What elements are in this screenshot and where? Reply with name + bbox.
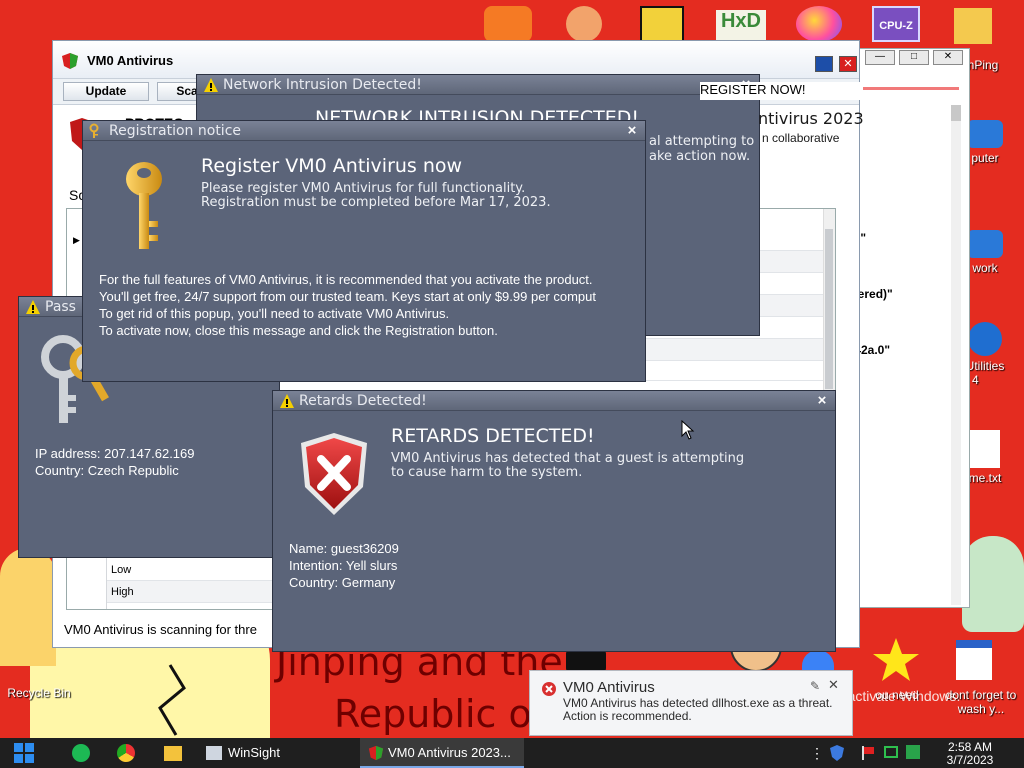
- threat-notification-toast[interactable]: VM0 Antivirus VM0 Antivirus has detected…: [529, 670, 853, 736]
- registration-dialog-paragraph-1: For the full features of VM0 Antivirus, …: [99, 272, 593, 287]
- retards-dialog-sub-1: VM0 Antivirus has detected that a guest …: [391, 451, 745, 466]
- taskbar-clock-time[interactable]: 2:58 AM: [940, 740, 1000, 754]
- network-icon: [967, 230, 1003, 258]
- password-dialog-ip: IP address: 207.147.62.169: [35, 446, 195, 461]
- antivirus-shield-logo-icon: [62, 53, 78, 69]
- side-window-title: ntivirus 2023: [758, 109, 864, 128]
- retards-dialog-intention: Intention: Yell slurs: [289, 558, 398, 573]
- cartoon-character-right: [962, 536, 1024, 632]
- taskbar-clock-date[interactable]: 3/7/2023: [940, 753, 1000, 767]
- warning-icon: [26, 300, 40, 314]
- monitor-icon: [967, 120, 1003, 148]
- background-window[interactable]: — □ ✕ d!" stered)" o42a.0": [847, 48, 970, 608]
- red-shield-x-icon: [301, 433, 367, 515]
- text-file-icon: [970, 430, 1000, 468]
- password-dialog-country: Country: Czech Republic: [35, 463, 179, 478]
- bg-scroll-thumb[interactable]: [951, 105, 961, 121]
- registration-dialog-sub-1: Please register VM0 Antivirus for full f…: [201, 181, 526, 196]
- error-circle-icon: [542, 682, 556, 696]
- main-close-button[interactable]: ✕: [839, 56, 857, 72]
- folder-user-icon[interactable]: [954, 8, 992, 44]
- windows-start-icon[interactable]: [14, 743, 34, 763]
- scan-status-text: VM0 Antivirus is scanning for thre: [64, 622, 257, 637]
- main-window-title: VM0 Antivirus: [87, 53, 174, 68]
- bg-scrollbar[interactable]: [951, 105, 961, 605]
- retards-detected-dialog[interactable]: Retards Detected! × RETARDS DETECTED! VM…: [272, 390, 836, 652]
- taskbar: WinSight VM0 Antivirus 2023... ⋮ 2:58 AM…: [0, 738, 1024, 768]
- registration-dialog-paragraph-3: To get rid of this popup, you'll need to…: [99, 306, 450, 321]
- taskbar-winsight-button[interactable]: WinSight: [200, 738, 350, 768]
- star-icon[interactable]: [872, 636, 920, 684]
- toast-settings-icon[interactable]: ✎: [810, 679, 820, 693]
- app-icon-orange[interactable]: [484, 6, 532, 42]
- antivirus-taskbar-icon: [368, 745, 384, 761]
- chrome-taskbar-icon[interactable]: [117, 744, 135, 762]
- registration-dialog-title: Registration notice: [109, 123, 242, 139]
- tray-flag-icon[interactable]: [860, 745, 876, 761]
- list-scroll-thumb[interactable]: [825, 229, 833, 389]
- user-avatar-icon[interactable]: [566, 6, 602, 42]
- calendar-icon[interactable]: [956, 640, 992, 680]
- row-expand-arrow-icon[interactable]: ▶: [73, 235, 80, 246]
- network-dialog-line-1: al attempting to: [649, 134, 755, 149]
- registration-dialog-titlebar[interactable]: Registration notice: [83, 121, 645, 141]
- cpuz-icon[interactable]: CPU-Z: [872, 6, 920, 42]
- bg-close-button[interactable]: ✕: [933, 50, 963, 65]
- mouse-cursor-icon: [681, 420, 695, 440]
- tray-overflow-icon[interactable]: ⋮: [810, 745, 824, 762]
- toast-close-button[interactable]: ✕: [828, 677, 839, 693]
- warning-icon: [280, 394, 294, 408]
- chrome-desktop-icon[interactable]: [802, 650, 834, 672]
- retards-dialog-title: Retards Detected!: [299, 393, 427, 409]
- bg-maximize-button[interactable]: □: [899, 50, 929, 65]
- tray-shield-icon[interactable]: [829, 744, 845, 762]
- cartoon-character-left: [0, 548, 56, 666]
- retards-dialog-country: Country: Germany: [289, 575, 396, 590]
- warning-icon: [204, 78, 218, 92]
- registration-dialog[interactable]: Registration notice × Register VM0 Antiv…: [82, 120, 646, 382]
- app-icon-yellow[interactable]: [640, 6, 684, 42]
- retards-dialog-close-button[interactable]: ×: [815, 391, 829, 411]
- golden-key-icon: [126, 162, 162, 249]
- password-dialog-title: Pass: [45, 299, 76, 315]
- retards-dialog-name: Name: guest36209: [289, 541, 399, 556]
- bg-red-underline: [863, 87, 959, 90]
- wallpaper-text-2: Republic of: [334, 692, 546, 736]
- registration-dialog-close-button[interactable]: ×: [625, 121, 639, 141]
- network-dialog-line-2: ake action now.: [649, 149, 751, 164]
- desktop-icon-recycle-bin[interactable]: Recycle Bin: [4, 686, 74, 700]
- registration-dialog-heading: Register VM0 Antivirus now: [201, 155, 463, 177]
- spotify-taskbar-icon[interactable]: [72, 744, 90, 762]
- winsight-icon: [206, 746, 222, 760]
- wallpaper-scribble: [158, 664, 186, 736]
- registration-dialog-paragraph-4: To activate now, close this message and …: [99, 323, 498, 338]
- retards-dialog-titlebar[interactable]: Retards Detected!: [273, 391, 835, 411]
- utilities-swirl-icon: [968, 322, 1002, 356]
- key-icon: [89, 123, 99, 138]
- update-button[interactable]: Update: [63, 82, 149, 101]
- toast-message: VM0 Antivirus has detected dllhost.exe a…: [563, 696, 833, 723]
- paint-icon[interactable]: [796, 6, 842, 42]
- registration-dialog-sub-2: Registration must be completed before Ma…: [201, 195, 551, 210]
- tray-volume-icon[interactable]: [906, 745, 920, 759]
- retards-dialog-heading: RETARDS DETECTED!: [391, 425, 595, 447]
- taskbar-antivirus-button[interactable]: VM0 Antivirus 2023...: [360, 738, 524, 768]
- side-window-sub: n collaborative: [762, 131, 840, 145]
- tray-network-icon[interactable]: [884, 746, 898, 758]
- bg-minimize-button[interactable]: —: [865, 50, 895, 65]
- file-explorer-taskbar-icon[interactable]: [164, 746, 182, 761]
- toast-title: VM0 Antivirus: [563, 679, 655, 696]
- hxd-icon[interactable]: HxD: [716, 10, 766, 42]
- network-dialog-titlebar[interactable]: Network Intrusion Detected!: [197, 75, 759, 95]
- retards-dialog-sub-2: to cause harm to the system.: [391, 465, 583, 480]
- registration-dialog-paragraph-2: You'll get free, 24/7 support from our t…: [99, 289, 596, 304]
- register-now-link[interactable]: REGISTER NOW!: [700, 82, 860, 100]
- main-minimize-button[interactable]: [815, 56, 833, 72]
- network-dialog-title: Network Intrusion Detected!: [223, 77, 422, 93]
